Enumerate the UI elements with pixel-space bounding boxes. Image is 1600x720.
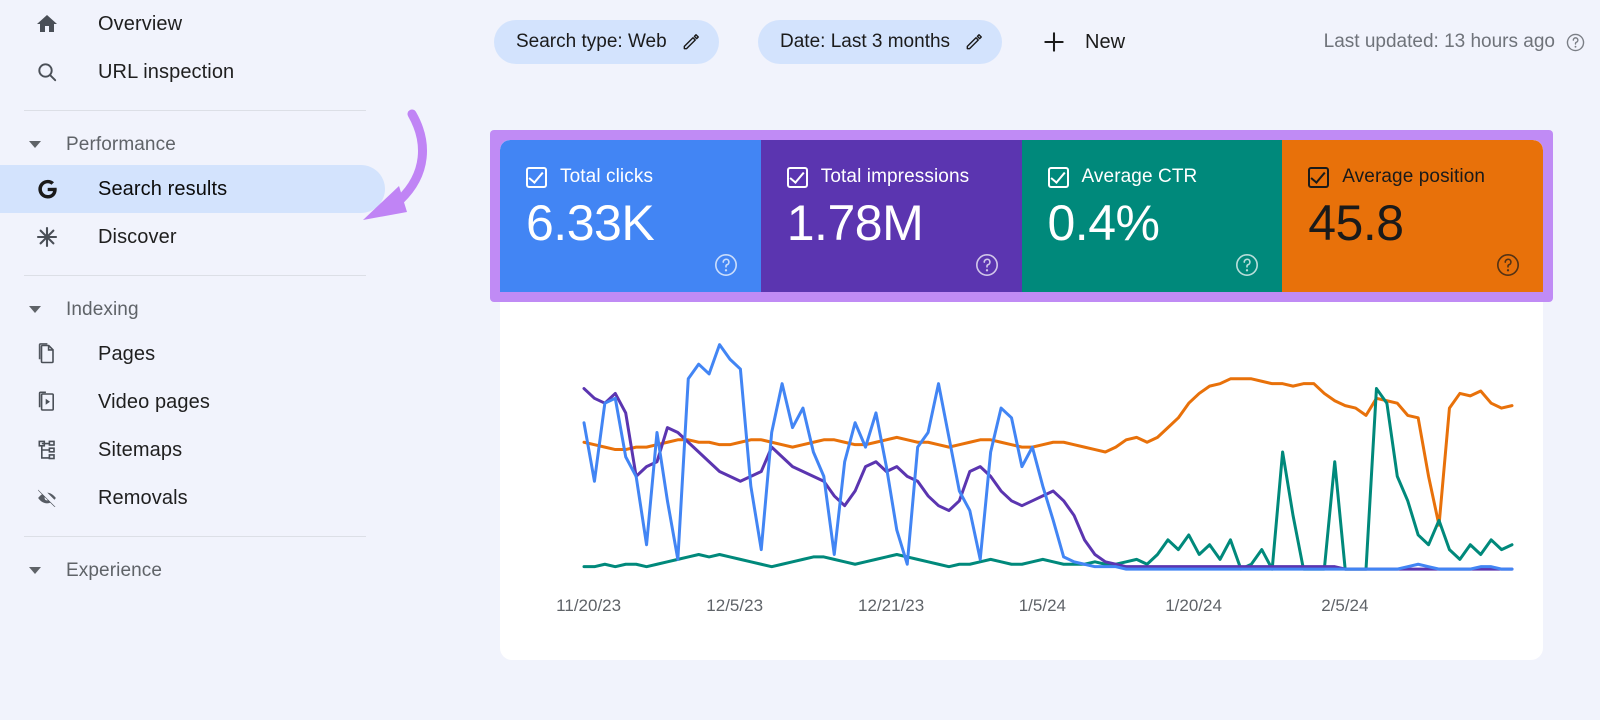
metric-label: Total clicks [560,166,654,187]
checkbox-checked-icon[interactable] [786,166,808,188]
sidebar-divider-1 [24,110,366,111]
checkbox-checked-icon[interactable] [1047,166,1069,188]
sitemaps-icon [34,437,60,463]
home-icon [34,11,60,37]
new-filter-label: New [1085,30,1126,53]
metric-card-total-clicks[interactable]: Total clicks 6.33K [500,140,761,292]
metric-header: Average position [1308,166,1543,188]
chart-x-tick-label: 11/20/23 [556,596,622,615]
plus-icon [1041,29,1067,55]
performance-chart-card: 11/20/23 12/5/23 12/21/23 1/5/24 1/20/24 2/5/… [500,302,1543,660]
metric-card-total-impressions[interactable]: Total impressions 1.78M [760,140,1022,292]
chart-x-tick-label: 2/5/24 [1321,596,1369,615]
metric-label: Average position [1342,166,1486,187]
metric-value: 6.33K [526,195,655,251]
video-pages-icon [34,389,60,415]
new-filter-button[interactable]: New [1035,20,1131,64]
metric-label: Average CTR [1081,166,1198,187]
metric-header: Average CTR [1047,166,1283,188]
performance-line-chart [500,302,1543,592]
sidebar-item-label: Search results [98,177,228,200]
sidebar-item-pages[interactable]: Pages [0,330,400,378]
chart-x-tick-label: 12/5/23 [706,596,764,615]
sidebar-group-indexing[interactable]: Indexing [0,290,400,330]
sidebar-divider-3 [24,536,366,537]
filter-chip-label: Search type: Web [516,31,667,52]
sidebar-item-sitemaps[interactable]: Sitemaps [0,426,400,474]
chart-x-tick-label: 1/5/24 [1018,596,1066,615]
metric-label: Total impressions [820,166,970,187]
sidebar-item-label: Video pages [98,390,210,413]
sidebar-group-label: Performance [66,134,176,155]
chevron-down-icon [28,564,42,578]
metric-header: Total impressions [786,166,1022,188]
sidebar-item-overview[interactable]: Overview [0,0,400,48]
sidebar-item-video-pages[interactable]: Video pages [0,378,400,426]
metric-value: 0.4% [1047,195,1160,251]
metric-value: 45.8 [1308,195,1404,251]
metric-cards-row: Total clicks 6.33K Total impressions 1.7… [500,140,1543,292]
sidebar-item-label: URL inspection [98,60,235,83]
chart-line-total-impressions [584,389,1512,570]
pencil-icon[interactable] [964,32,984,52]
chevron-down-icon [28,138,42,152]
chart-line-average-ctr [584,389,1512,570]
chart-x-tick-label: 12/21/23 [858,596,925,615]
asterisk-icon [34,224,60,250]
pencil-icon[interactable] [681,32,701,52]
filter-chip-label: Date: Last 3 months [780,31,951,52]
filter-chip-date[interactable]: Date: Last 3 months [758,20,1003,64]
sidebar-item-label: Pages [98,342,156,365]
help-icon[interactable] [1565,32,1586,53]
eye-off-icon [34,485,60,511]
checkbox-checked-icon[interactable] [526,166,547,188]
help-icon[interactable] [1234,252,1260,278]
metric-card-average-position[interactable]: Average position 45.8 [1282,140,1543,292]
chevron-down-icon [28,303,42,317]
last-updated-status: Last updated: 13 hours ago [1324,20,1586,64]
metric-header: Total clicks [526,166,761,188]
help-icon[interactable] [713,252,739,278]
metric-card-average-ctr[interactable]: Average CTR 0.4% [1021,140,1283,292]
sidebar-group-experience[interactable]: Experience [0,551,400,591]
sidebar-item-discover[interactable]: Discover [0,213,400,261]
google-g-icon [34,176,60,202]
sidebar: Overview URL inspection Performance Sear… [0,0,400,720]
checkbox-checked-icon[interactable] [1308,166,1330,188]
pages-icon [34,341,60,367]
filter-chip-search-type[interactable]: Search type: Web [494,20,719,64]
chart-x-tick-label: 1/20/24 [1165,596,1222,615]
sidebar-item-label: Sitemaps [98,438,183,461]
sidebar-divider-2 [24,275,366,276]
sidebar-item-search-results[interactable]: Search results [0,165,385,213]
sidebar-group-label: Experience [66,560,163,581]
sidebar-item-url-inspection[interactable]: URL inspection [0,48,400,96]
help-icon[interactable] [1495,252,1521,278]
sidebar-item-label: Removals [98,486,188,509]
sidebar-item-label: Overview [98,12,183,35]
search-icon [34,59,60,85]
sidebar-group-performance[interactable]: Performance [0,125,400,165]
help-icon[interactable] [974,252,1000,278]
sidebar-group-label: Indexing [66,299,139,320]
sidebar-item-label: Discover [98,225,177,248]
metrics-highlight-frame: Total clicks 6.33K Total impressions 1.7… [490,130,1553,302]
chart-x-axis: 11/20/23 12/5/23 12/21/23 1/5/24 1/20/24 2/5/… [500,596,1543,618]
filter-toolbar: Search type: Web Date: Last 3 months New [490,0,1600,84]
last-updated-text: Last updated: 13 hours ago [1323,31,1555,52]
sidebar-item-removals[interactable]: Removals [0,474,400,522]
metric-value: 1.78M [786,195,924,251]
search-console-performance-page: Overview URL inspection Performance Sear… [0,0,1600,720]
